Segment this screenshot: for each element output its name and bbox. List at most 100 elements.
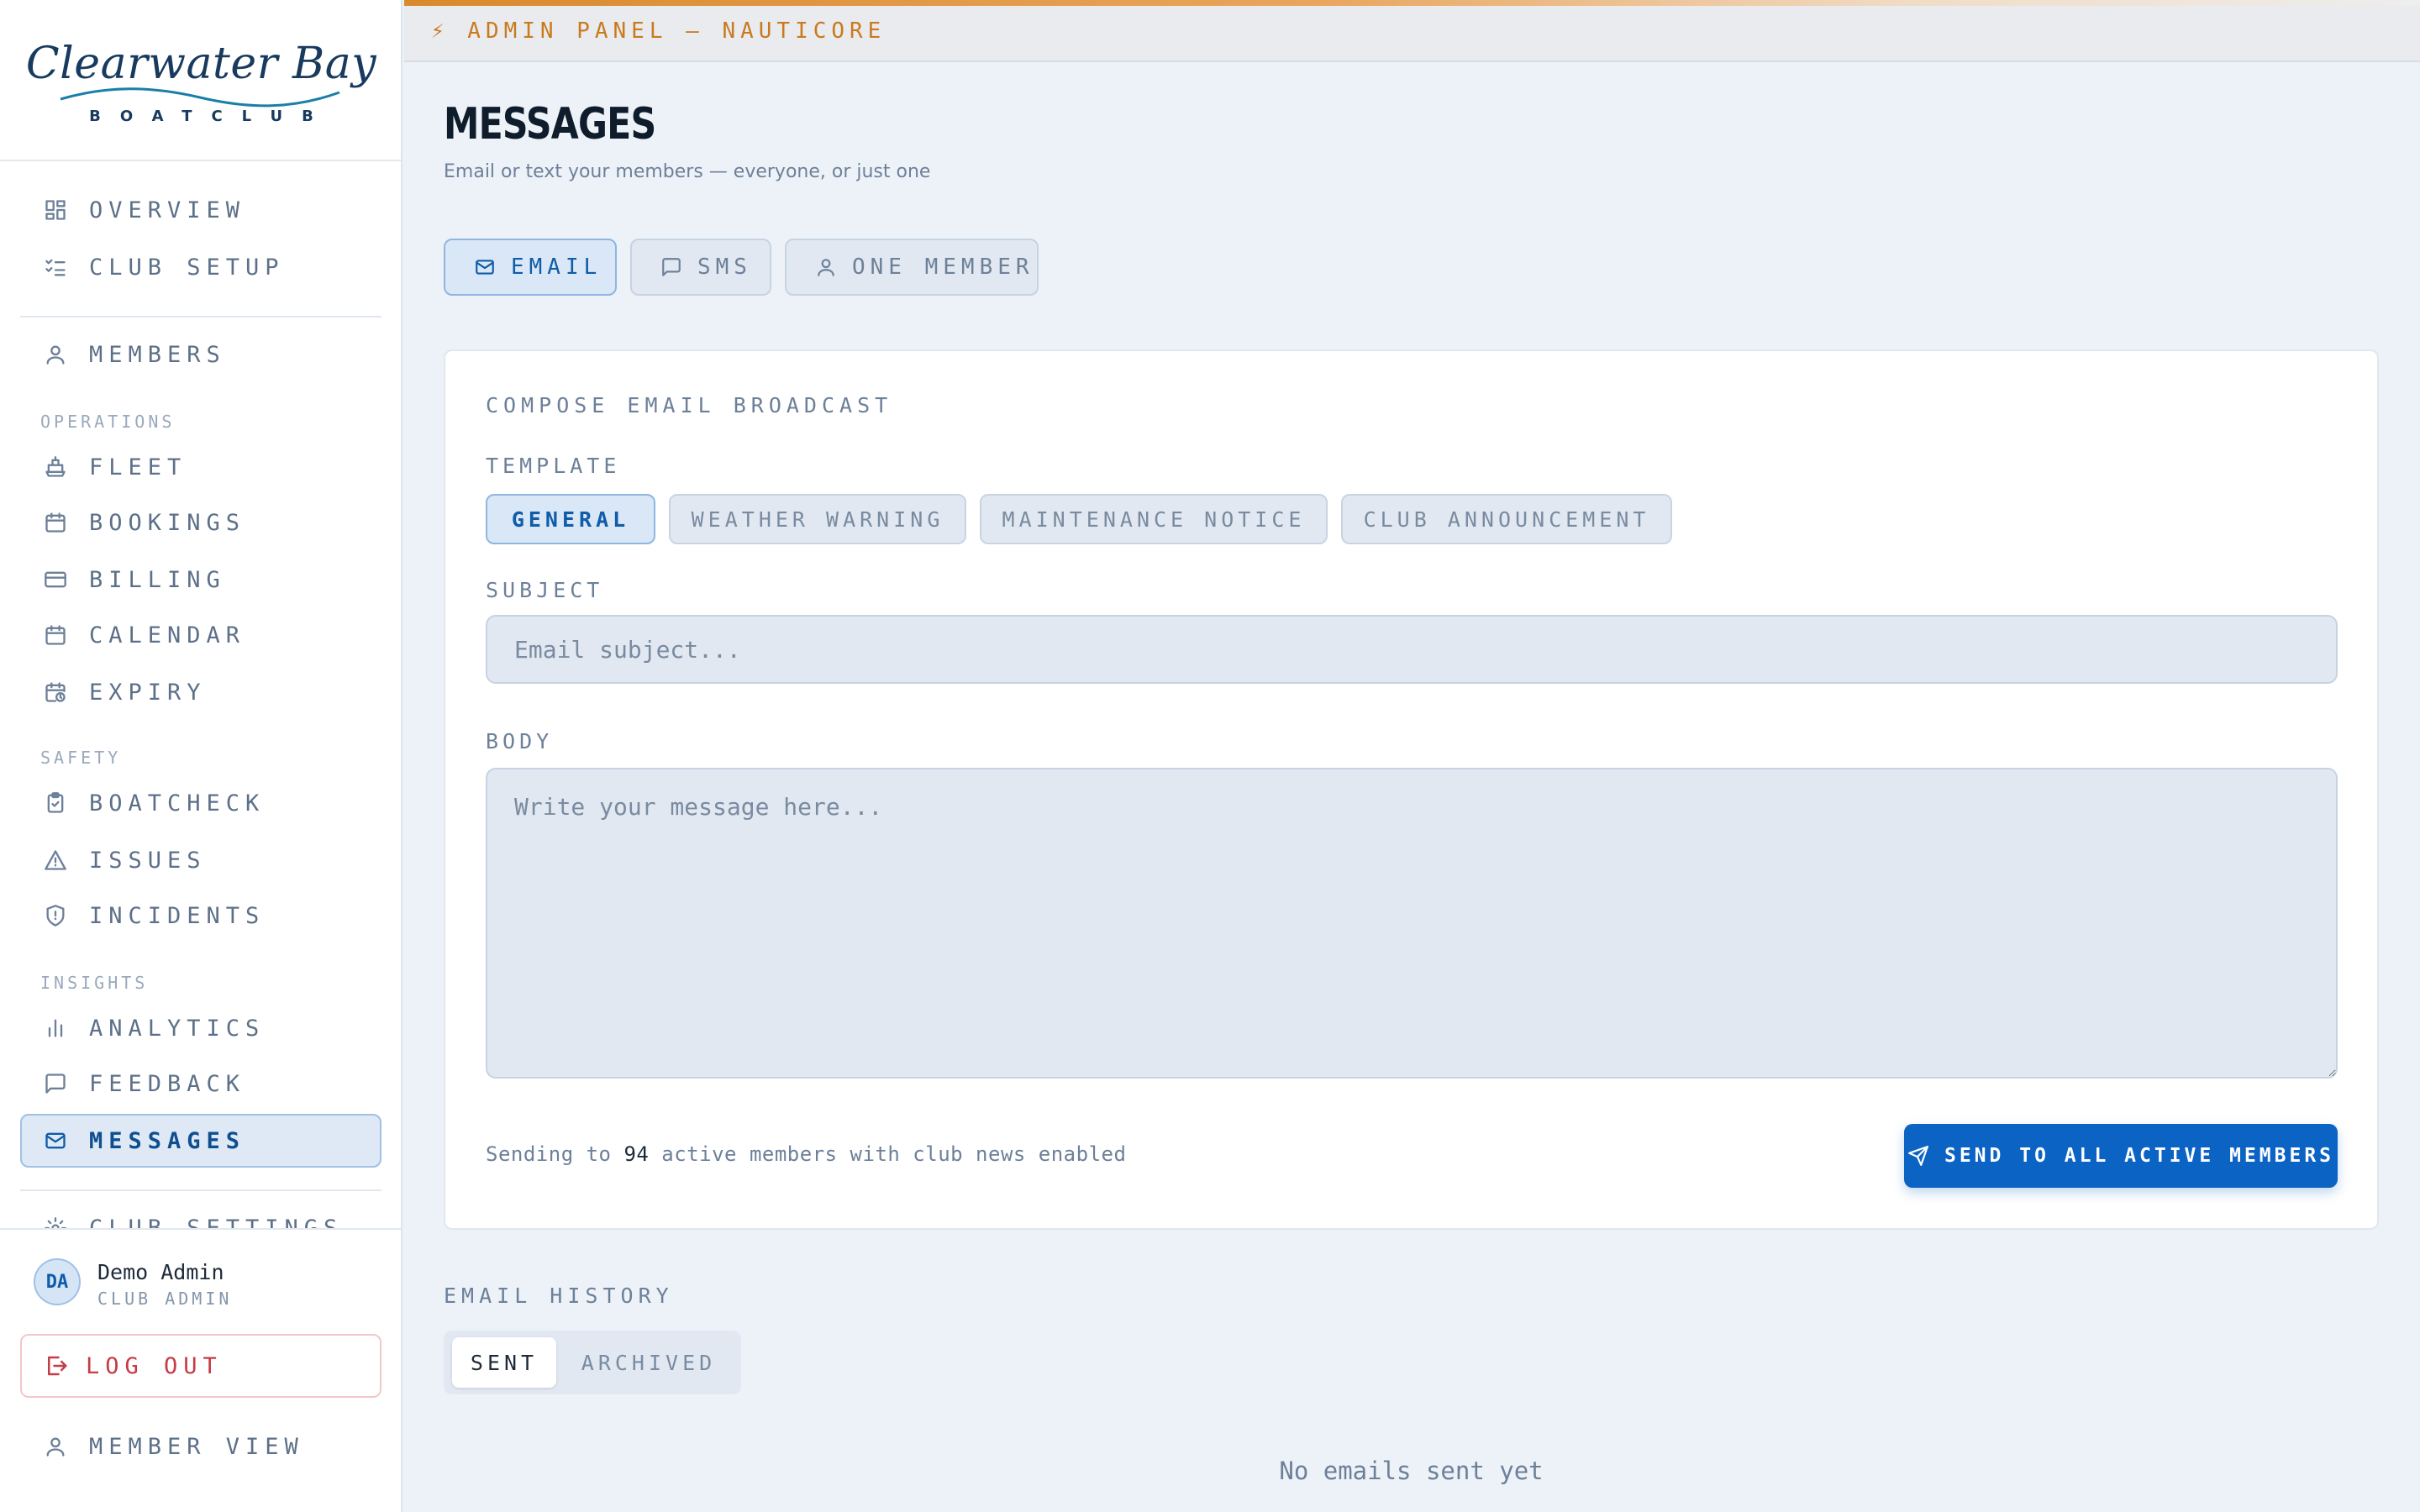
sidebar-item-label: ISSUES [89, 847, 207, 874]
calendar-icon [44, 511, 67, 534]
tab-sms[interactable]: SMS [630, 239, 771, 296]
sidebar-item-boatcheck[interactable]: BOATCHECK [20, 776, 381, 830]
admin-topbar: ⚡ ADMIN PANEL — NAUTICORE [404, 0, 2420, 62]
sidebar-item-messages[interactable]: MESSAGES [20, 1114, 381, 1168]
sidebar-item-label: OVERVIEW [89, 197, 246, 223]
sidebar-item-label: CALENDAR [89, 622, 246, 648]
sidebar-item-label: EXPIRY [89, 679, 207, 706]
warning-icon [44, 848, 67, 872]
subject-input[interactable] [486, 615, 2338, 684]
credit-card-icon [44, 568, 67, 591]
message-square-icon [662, 258, 681, 276]
sidebar-item-bookings[interactable]: BOOKINGS [20, 496, 381, 549]
wave-icon [60, 87, 340, 108]
sidebar-item-label: FLEET [89, 454, 187, 480]
logout-icon [48, 1356, 67, 1376]
template-chip-weather-warning[interactable]: WEATHER WARNING [669, 494, 966, 544]
user-icon [818, 259, 834, 276]
empty-state-message: No emails sent yet [1279, 1457, 1544, 1485]
history-segmented-control: SENT ARCHIVED [444, 1331, 741, 1394]
user-icon [44, 1435, 67, 1458]
tab-label: SMS [697, 255, 752, 280]
logout-button[interactable]: LOG OUT [20, 1334, 381, 1398]
recipient-count: 94 [623, 1142, 650, 1166]
brand-subtitle: BOATCLUB [89, 108, 333, 125]
recipient-summary: Sending to 94 active members with club n… [486, 1142, 1126, 1166]
segment-sent[interactable]: SENT [452, 1337, 556, 1388]
sidebar-item-label: BOATCHECK [89, 790, 266, 816]
template-label: TEMPLATE [486, 454, 621, 478]
tab-one-member[interactable]: ONE MEMBER [785, 239, 1039, 296]
admin-panel-label: ⚡ ADMIN PANEL — NAUTICORE [431, 18, 886, 44]
subject-label: SUBJECT [486, 578, 604, 602]
tab-label: ONE MEMBER [852, 255, 1034, 280]
email-history-title: EMAIL HISTORY [444, 1284, 674, 1308]
calendar-icon [44, 623, 67, 647]
sidebar-item-label: INCIDENTS [89, 902, 266, 929]
body-label: BODY [486, 729, 554, 753]
user-icon [44, 343, 67, 366]
body-textarea[interactable] [486, 768, 2338, 1079]
mail-icon [476, 260, 494, 275]
club-logo[interactable]: Clearwater Bay BOATCLUB [0, 0, 401, 161]
bar-chart-icon [44, 1016, 67, 1040]
ship-icon [44, 455, 67, 479]
sidebar-item-label: BILLING [89, 566, 226, 593]
clipboard-check-icon [44, 791, 67, 815]
recipient-summary-prefix: Sending to [486, 1142, 624, 1166]
template-chip-club-announcement[interactable]: CLUB ANNOUNCEMENT [1341, 494, 1672, 544]
template-chip-label: CLUB ANNOUNCEMENT [1363, 507, 1650, 532]
sidebar-item-label: ANALYTICS [89, 1015, 266, 1042]
sidebar-item-expiry[interactable]: EXPIRY [20, 665, 381, 719]
logout-label: LOG OUT [86, 1352, 223, 1379]
brand-name: Clearwater Bay [25, 39, 377, 89]
member-view-label: MEMBER VIEW [89, 1433, 304, 1460]
template-chip-maintenance-notice[interactable]: MAINTENANCE NOTICE [980, 494, 1328, 544]
sidebar-item-feedback[interactable]: FEEDBACK [20, 1057, 381, 1110]
user-role: CLUB ADMIN [97, 1289, 233, 1309]
user-name: Demo Admin [97, 1260, 224, 1284]
sidebar-section-insights: INSIGHTS [40, 973, 149, 993]
checklist-icon [44, 255, 67, 279]
sidebar-item-label: MEMBERS [89, 341, 226, 368]
sidebar-item-label: BOOKINGS [89, 509, 246, 536]
compose-title: COMPOSE EMAIL BROADCAST [486, 393, 893, 417]
compose-card: COMPOSE EMAIL BROADCAST TEMPLATE GENERAL… [444, 349, 2379, 1230]
tab-email[interactable]: EMAIL [444, 239, 617, 296]
sidebar-item-overview[interactable]: OVERVIEW [20, 183, 381, 237]
topbar-accent-stripe [404, 0, 2420, 6]
avatar: DA [34, 1258, 81, 1305]
recipient-summary-suffix: active members with club news enabled [649, 1142, 1127, 1166]
sidebar-item-calendar[interactable]: CALENDAR [20, 608, 381, 662]
mail-icon [44, 1129, 67, 1152]
sidebar-item-members[interactable]: MEMBERS [20, 328, 381, 381]
send-button-label: SEND TO ALL ACTIVE MEMBERS [1944, 1145, 2335, 1167]
send-to-all-button[interactable]: SEND TO ALL ACTIVE MEMBERS [1904, 1124, 2338, 1188]
template-chip-label: MAINTENANCE NOTICE [1002, 507, 1306, 532]
sidebar-item-incidents[interactable]: INCIDENTS [20, 889, 381, 942]
sidebar-divider [20, 316, 381, 318]
member-view-link[interactable]: MEMBER VIEW [20, 1420, 381, 1473]
sidebar-item-issues[interactable]: ISSUES [20, 833, 381, 887]
sidebar: Clearwater Bay BOATCLUB OVERVIEW CLUB SE… [0, 0, 402, 1512]
sidebar-item-fleet[interactable]: FLEET [20, 440, 381, 494]
template-chip-label: WEATHER WARNING [691, 507, 944, 532]
page-title: MESSAGES [444, 99, 656, 150]
sidebar-section-safety: SAFETY [40, 748, 122, 768]
sidebar-divider [20, 1189, 381, 1191]
message-square-icon [44, 1072, 67, 1095]
sidebar-item-club-setup[interactable]: CLUB SETUP [20, 240, 381, 294]
sidebar-item-billing[interactable]: BILLING [20, 553, 381, 606]
shield-alert-icon [44, 904, 67, 927]
template-chip-general[interactable]: GENERAL [486, 494, 655, 544]
sidebar-footer: DA Demo Admin CLUB ADMIN LOG OUT MEMBER … [0, 1228, 401, 1512]
dashboard-icon [44, 198, 67, 222]
sidebar-item-label: FEEDBACK [89, 1070, 246, 1097]
tab-label: EMAIL [511, 255, 602, 280]
sidebar-item-label: MESSAGES [89, 1127, 246, 1154]
template-chip-label: GENERAL [511, 507, 630, 532]
sidebar-item-analytics[interactable]: ANALYTICS [20, 1001, 381, 1055]
send-icon [1908, 1146, 1928, 1166]
sidebar-section-operations: OPERATIONS [40, 412, 176, 432]
segment-archived[interactable]: ARCHIVED [565, 1337, 733, 1388]
